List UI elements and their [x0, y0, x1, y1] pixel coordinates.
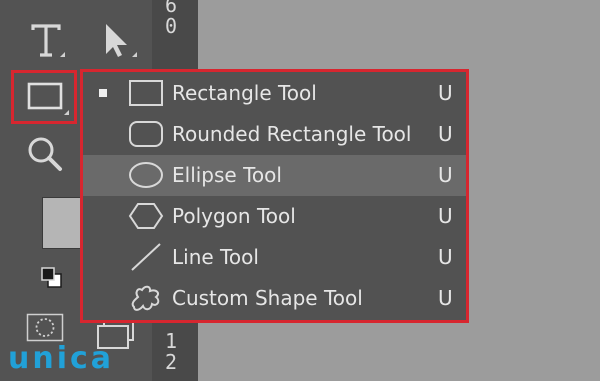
custom-shape-icon [131, 285, 160, 311]
menu-item-label: Rounded Rectangle Tool [172, 122, 412, 146]
menu-item-rounded-rectangle-tool[interactable]: Rounded Rectangle Tool U [83, 114, 466, 155]
menu-item-label: Custom Shape Tool [172, 286, 363, 310]
type-tool-submenu-indicator [60, 52, 65, 57]
type-tool-icon[interactable] [30, 24, 62, 58]
quick-mask-icon[interactable] [26, 313, 64, 343]
menu-item-shortcut: U [438, 81, 453, 105]
menu-item-label: Ellipse Tool [172, 163, 282, 187]
menu-item-label: Polygon Tool [172, 204, 296, 228]
default-colors-icon[interactable] [40, 266, 64, 290]
menu-item-shortcut: U [438, 286, 453, 310]
rectangle-tool-highlight [11, 70, 77, 124]
selected-indicator [99, 89, 107, 97]
ruler-label: 6 [165, 0, 178, 17]
menu-item-ellipse-tool[interactable]: Ellipse Tool U [83, 155, 466, 196]
menu-item-custom-shape-tool[interactable]: Custom Shape Tool U [83, 278, 466, 319]
menu-item-label: Line Tool [172, 245, 259, 269]
menu-item-line-tool[interactable]: Line Tool U [83, 237, 466, 278]
foreground-color-swatch[interactable] [42, 197, 82, 249]
polygon-icon [128, 203, 164, 229]
ruler-label: 0 [165, 14, 178, 38]
line-icon [131, 243, 161, 271]
menu-item-shortcut: U [438, 163, 453, 187]
path-selection-tool-icon[interactable] [104, 22, 130, 58]
shape-tools-flyout-menu: Rectangle Tool U Rounded Rectangle Tool … [80, 69, 469, 323]
path-selection-submenu-indicator [132, 52, 137, 57]
menu-item-shortcut: U [438, 122, 453, 146]
zoom-tool-icon[interactable] [26, 136, 66, 172]
rounded-rectangle-icon [129, 121, 163, 147]
ellipse-icon [129, 162, 163, 188]
menu-item-label: Rectangle Tool [172, 81, 317, 105]
ruler-label: 1 [165, 329, 178, 353]
menu-item-polygon-tool[interactable]: Polygon Tool U [83, 196, 466, 237]
ruler-label: 2 [165, 350, 178, 374]
menu-item-rectangle-tool[interactable]: Rectangle Tool U [83, 73, 466, 114]
menu-item-shortcut: U [438, 204, 453, 228]
unica-watermark-logo: unica [8, 341, 115, 376]
menu-item-shortcut: U [438, 245, 453, 269]
rectangle-icon [129, 80, 163, 106]
